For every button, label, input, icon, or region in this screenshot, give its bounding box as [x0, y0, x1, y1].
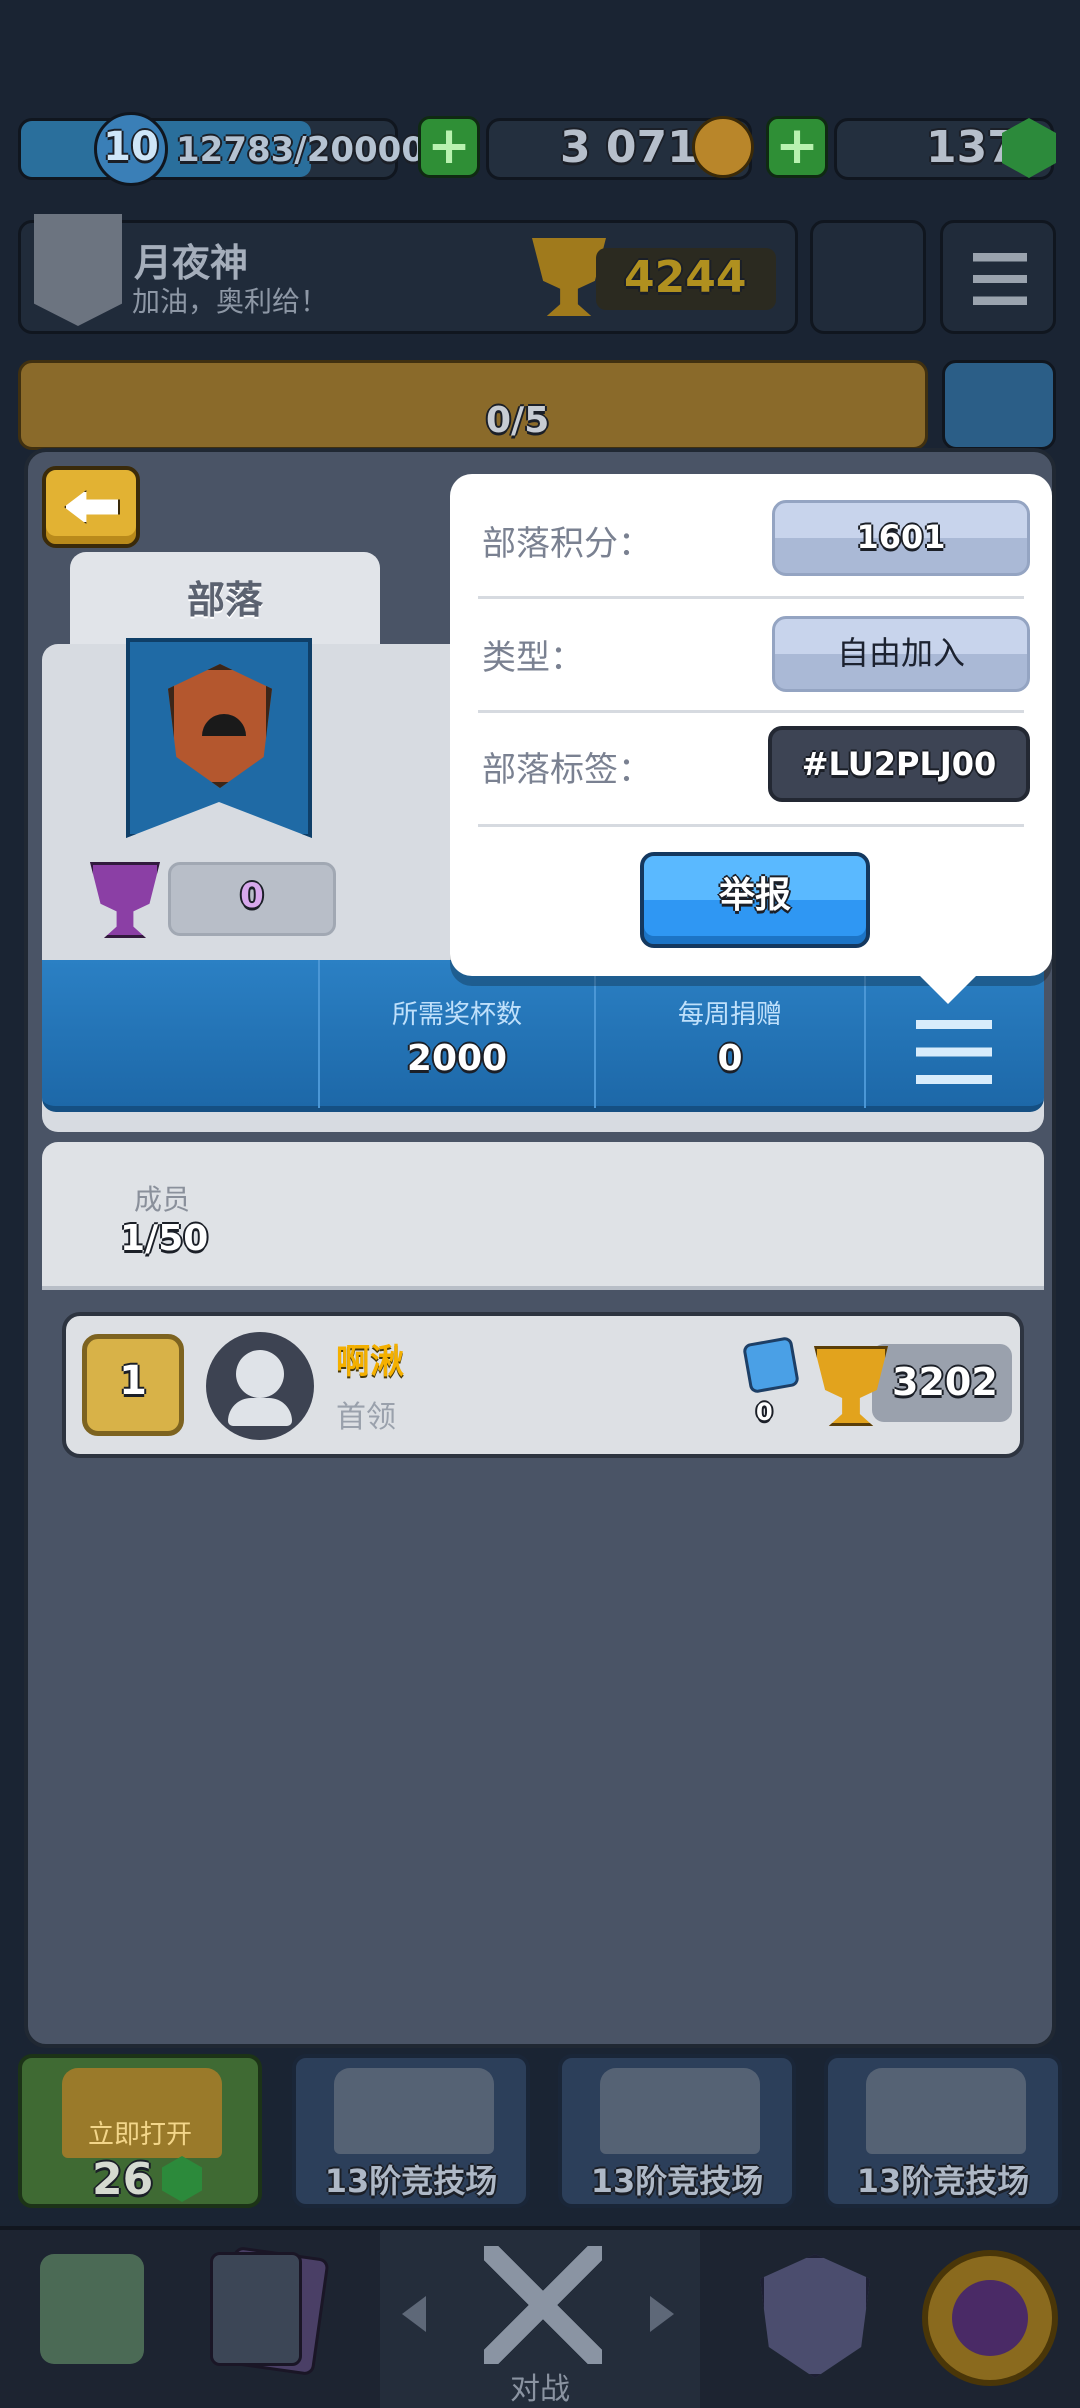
clan-type-value: 自由加入 [772, 616, 1030, 692]
member-trophies: 3202 [892, 1360, 998, 1404]
nav-events[interactable] [900, 2230, 1080, 2408]
clan-stats-bar: 所需奖杯数 2000 每周捐赠 0 [42, 960, 1044, 1112]
back-button[interactable] [42, 466, 140, 548]
events-crown-inner [952, 2280, 1028, 2356]
side-event-button[interactable] [942, 360, 1056, 450]
chest-icon [866, 2068, 1026, 2154]
pass-progress: 0/5 [486, 400, 550, 441]
clan-details-popup: 部落积分： 1601 类型： 自由加入 部落标签： #LU2PLJ00 举报 [450, 474, 1052, 976]
weekly-donations-label: 每周捐赠 [677, 1000, 782, 1030]
crossed-swords-icon [484, 2246, 602, 2364]
chest-arena-label: 13阶竞技场 [324, 2162, 498, 2200]
chevron-left-icon [402, 2296, 426, 2332]
league-icon-button[interactable] [810, 220, 926, 334]
member-donations: 0 [756, 1398, 773, 1426]
clan-score-label: 部落积分： [482, 524, 652, 564]
stat-weekly-donations: 每周捐赠 0 [594, 960, 864, 1108]
pass-royale-strip [18, 360, 928, 450]
menu-icon [973, 253, 1027, 305]
members-header: 成员 1/50 [42, 1142, 1044, 1290]
chest-arena-label: 13阶竞技场 [856, 2162, 1030, 2200]
clan-tag-value[interactable]: #LU2PLJ00 [768, 726, 1030, 802]
members-label: 成员 [134, 1183, 191, 1216]
chest-row: 立即打开 26 13阶竞技场 13阶竞技场 13阶竞技场 [0, 2048, 1080, 2218]
member-rank: 1 [119, 1358, 147, 1404]
chest-slot-unlocking[interactable]: 立即打开 26 [18, 2054, 262, 2208]
cards-icon-front [210, 2252, 302, 2366]
nav-shop[interactable] [0, 2230, 180, 2408]
clan-score-value: 1601 [772, 500, 1030, 576]
chest-slot[interactable]: 13阶竞技场 [558, 2054, 796, 2208]
buy-gems-button[interactable]: + [766, 116, 828, 178]
chest-slot[interactable]: 13阶竞技场 [824, 2054, 1062, 2208]
donation-cards-icon [742, 1336, 800, 1394]
report-button[interactable]: 举报 [640, 852, 870, 948]
required-trophies-value: 2000 [406, 1038, 508, 1079]
gold-amount: 3 071 [560, 122, 698, 173]
chest-icon [334, 2068, 494, 2154]
bottom-navigation: 对战 [0, 2226, 1080, 2408]
player-motto: 加油，奥利给！ [132, 285, 329, 318]
stat-required-trophies: 所需奖杯数 2000 [318, 960, 594, 1108]
members-count: 1/50 [120, 1218, 209, 1259]
chest-arena-label: 13阶竞技场 [590, 2162, 764, 2200]
popup-divider [478, 824, 1024, 827]
buy-gold-button[interactable]: + [418, 116, 480, 178]
xp-text: 12783/20000 [176, 130, 425, 170]
clan-badge-icon [34, 214, 122, 326]
battle-label: 对战 [510, 2372, 570, 2407]
avatar-person-icon [236, 1350, 284, 1398]
gem-icon [162, 2156, 202, 2202]
chest-slot[interactable]: 13阶竞技场 [292, 2054, 530, 2208]
level-number: 10 [103, 124, 159, 170]
required-trophies-label: 所需奖杯数 [391, 1000, 522, 1030]
tab-clan[interactable]: 部落 [70, 552, 380, 652]
player-trophies: 4244 [624, 252, 747, 303]
chest-unlock-cost: 26 [92, 2154, 154, 2205]
member-row[interactable]: 1 啊湫 首领 0 3202 [62, 1312, 1024, 1458]
back-arrow-icon [64, 490, 120, 524]
chest-icon [600, 2068, 760, 2154]
list-plus-icon [916, 1020, 992, 1084]
member-name: 啊湫 [336, 1342, 404, 1382]
member-avatar [206, 1332, 314, 1440]
chevron-right-icon [650, 2296, 674, 2332]
nav-clan[interactable] [720, 2230, 900, 2408]
member-role: 首领 [336, 1400, 396, 1435]
popup-pointer [914, 970, 982, 1004]
clan-type-label: 类型： [482, 638, 584, 678]
clan-shield-nav-icon [760, 2254, 870, 2378]
nav-battle[interactable]: 对战 [380, 2230, 700, 2408]
nav-cards[interactable] [180, 2230, 360, 2408]
player-name: 月夜神 [134, 241, 249, 285]
chest-unlock-label: 立即打开 [87, 2120, 192, 2150]
clan-trophies-value: 0 [240, 876, 264, 916]
clan-tag-label: 部落标签： [482, 750, 652, 790]
popup-divider [478, 710, 1024, 713]
popup-divider [478, 596, 1024, 599]
menu-button[interactable] [940, 220, 1056, 334]
weekly-donations-value: 0 [717, 1038, 743, 1079]
shop-chest-icon [40, 2254, 144, 2364]
gold-coin-icon [692, 116, 754, 178]
